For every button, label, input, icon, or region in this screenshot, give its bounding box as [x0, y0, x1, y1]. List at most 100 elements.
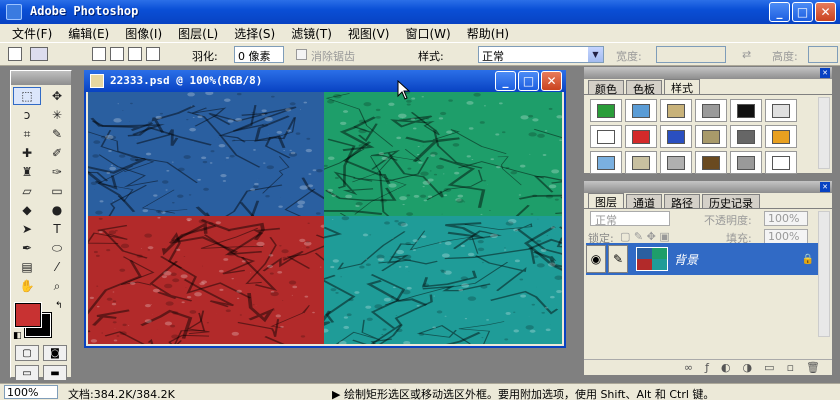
image-canvas[interactable] [88, 92, 562, 344]
gradient-tool-icon[interactable]: ▭ [43, 182, 71, 200]
pen-tool-icon[interactable]: ✒ [13, 239, 41, 257]
move-tool-icon[interactable]: ✥ [43, 87, 71, 105]
fill-input[interactable]: 100% [764, 229, 808, 244]
doc-close-button[interactable]: ✕ [541, 71, 562, 91]
eye-icon[interactable]: ◉ [586, 245, 606, 273]
layer-mask-icon[interactable]: ◐ [721, 361, 731, 374]
type-tool-icon[interactable]: T [43, 220, 71, 238]
close-button[interactable]: ✕ [815, 2, 836, 22]
new-adjustment-icon[interactable]: ◑ [743, 361, 753, 374]
style-swatch[interactable] [625, 125, 657, 148]
blur-tool-icon[interactable]: ◆ [13, 201, 41, 219]
eraser-tool-icon[interactable]: ▱ [13, 182, 41, 200]
feather-input[interactable]: 0 像素 [234, 46, 284, 63]
tab-history[interactable]: 历史记录 [702, 194, 760, 210]
crop-tool-icon[interactable]: ⌗ [13, 125, 41, 143]
style-swatch[interactable] [695, 99, 727, 122]
height-input[interactable] [808, 46, 838, 63]
tab-color[interactable]: 颜色 [588, 80, 624, 96]
panel-close-icon[interactable]: ✕ [820, 68, 830, 78]
layers-scrollbar[interactable] [818, 211, 830, 337]
history-brush-icon[interactable]: ✑ [43, 163, 71, 181]
intersect-selection-icon[interactable] [146, 47, 160, 61]
standard-mode-icon[interactable]: ▢ [15, 345, 39, 361]
add-selection-icon[interactable] [110, 47, 124, 61]
menu-select[interactable]: 选择(S) [226, 25, 283, 42]
tab-channels[interactable]: 通道 [626, 194, 662, 210]
document-title-bar[interactable]: 22333.psd @ 100%(RGB/8) _ □ ✕ [84, 70, 566, 92]
style-swatch[interactable] [695, 151, 727, 174]
panel-close-icon[interactable]: ✕ [820, 182, 830, 192]
toolbox-header[interactable] [11, 71, 71, 85]
layers-panel-header[interactable]: ✕ [584, 181, 832, 193]
menu-view[interactable]: 视图(V) [340, 25, 398, 42]
antialias-checkbox[interactable] [296, 49, 307, 60]
tab-styles[interactable]: 样式 [664, 79, 700, 95]
style-swatch[interactable] [730, 99, 762, 122]
style-swatch[interactable] [765, 99, 797, 122]
maximize-button[interactable]: □ [792, 2, 813, 22]
brush-tool-icon[interactable]: ✐ [43, 144, 71, 162]
style-swatch[interactable] [730, 125, 762, 148]
menu-layer[interactable]: 图层(L) [170, 25, 226, 42]
style-swatch[interactable] [660, 125, 692, 148]
eyedropper-tool-icon[interactable]: ⁄ [43, 258, 71, 276]
link-layers-icon[interactable]: ∞ [684, 361, 693, 374]
style-swatch[interactable] [590, 151, 622, 174]
new-layer-icon[interactable]: ▫ [787, 361, 794, 374]
notes-tool-icon[interactable]: ▤ [13, 258, 41, 276]
style-swatch[interactable] [765, 151, 797, 174]
style-swatch[interactable] [765, 125, 797, 148]
marquee-tool-icon[interactable]: ⬚ [13, 87, 41, 105]
tab-swatches[interactable]: 色板 [626, 80, 662, 96]
layer-row-background[interactable]: ◉ ✎ 背景 🔒 [586, 243, 818, 275]
hand-tool-icon[interactable]: ✋ [13, 277, 41, 295]
style-select[interactable]: 正常 ▼ [478, 46, 604, 63]
screen-mode-full-icon[interactable]: ▬ [43, 365, 67, 381]
magic-wand-tool-icon[interactable]: ✳ [43, 106, 71, 124]
styles-panel-header[interactable]: ✕ [584, 67, 832, 79]
delete-layer-icon[interactable]: 🗑 [806, 361, 820, 374]
layer-style-icon[interactable]: ƒ [705, 361, 709, 374]
slice-tool-icon[interactable]: ✎ [43, 125, 71, 143]
tab-layers[interactable]: 图层 [588, 193, 624, 209]
path-select-icon[interactable]: ➤ [13, 220, 41, 238]
styles-scrollbar[interactable] [818, 97, 830, 169]
tab-paths[interactable]: 路径 [664, 194, 700, 210]
opacity-input[interactable]: 100% [764, 211, 808, 226]
brush-link-icon[interactable]: ✎ [608, 245, 628, 273]
healing-brush-icon[interactable]: ✚ [13, 144, 41, 162]
doc-maximize-button[interactable]: □ [518, 71, 539, 91]
zoom-input[interactable]: 100% [4, 385, 58, 399]
menu-help[interactable]: 帮助(H) [459, 25, 517, 42]
swap-colors-icon[interactable]: ↰ [55, 301, 63, 311]
style-swatch[interactable] [590, 125, 622, 148]
style-swatch[interactable] [625, 99, 657, 122]
style-swatch[interactable] [590, 99, 622, 122]
blend-mode-select[interactable]: 正常 [590, 211, 670, 227]
shape-tool-icon[interactable]: ⬭ [43, 239, 71, 257]
dodge-tool-icon[interactable]: ● [43, 201, 71, 219]
menu-window[interactable]: 窗口(W) [397, 25, 458, 42]
tool-preset-icon[interactable] [30, 47, 48, 61]
minimize-button[interactable]: _ [769, 2, 790, 22]
new-selection-icon[interactable] [92, 47, 106, 61]
width-input[interactable] [656, 46, 726, 63]
swap-icon[interactable]: ⇄ [742, 48, 751, 61]
style-swatch[interactable] [730, 151, 762, 174]
style-swatch[interactable] [625, 151, 657, 174]
doc-minimize-button[interactable]: _ [495, 71, 516, 91]
menu-edit[interactable]: 编辑(E) [60, 25, 117, 42]
lock-transparency-icon[interactable]: ▢ ✎ ✥ ▣ [620, 230, 670, 243]
style-swatch[interactable] [660, 99, 692, 122]
menu-image[interactable]: 图像(I) [117, 25, 170, 42]
lasso-tool-icon[interactable]: ↄ [13, 106, 41, 124]
style-swatch[interactable] [660, 151, 692, 174]
menu-filter[interactable]: 滤镜(T) [283, 25, 340, 42]
screen-mode-standard-icon[interactable]: ▭ [15, 365, 39, 381]
subtract-selection-icon[interactable] [128, 47, 142, 61]
zoom-tool-icon[interactable]: ⌕ [43, 277, 71, 295]
default-colors-icon[interactable]: ◧ [13, 331, 22, 341]
style-swatch[interactable] [695, 125, 727, 148]
new-group-icon[interactable]: ▭ [764, 361, 774, 374]
